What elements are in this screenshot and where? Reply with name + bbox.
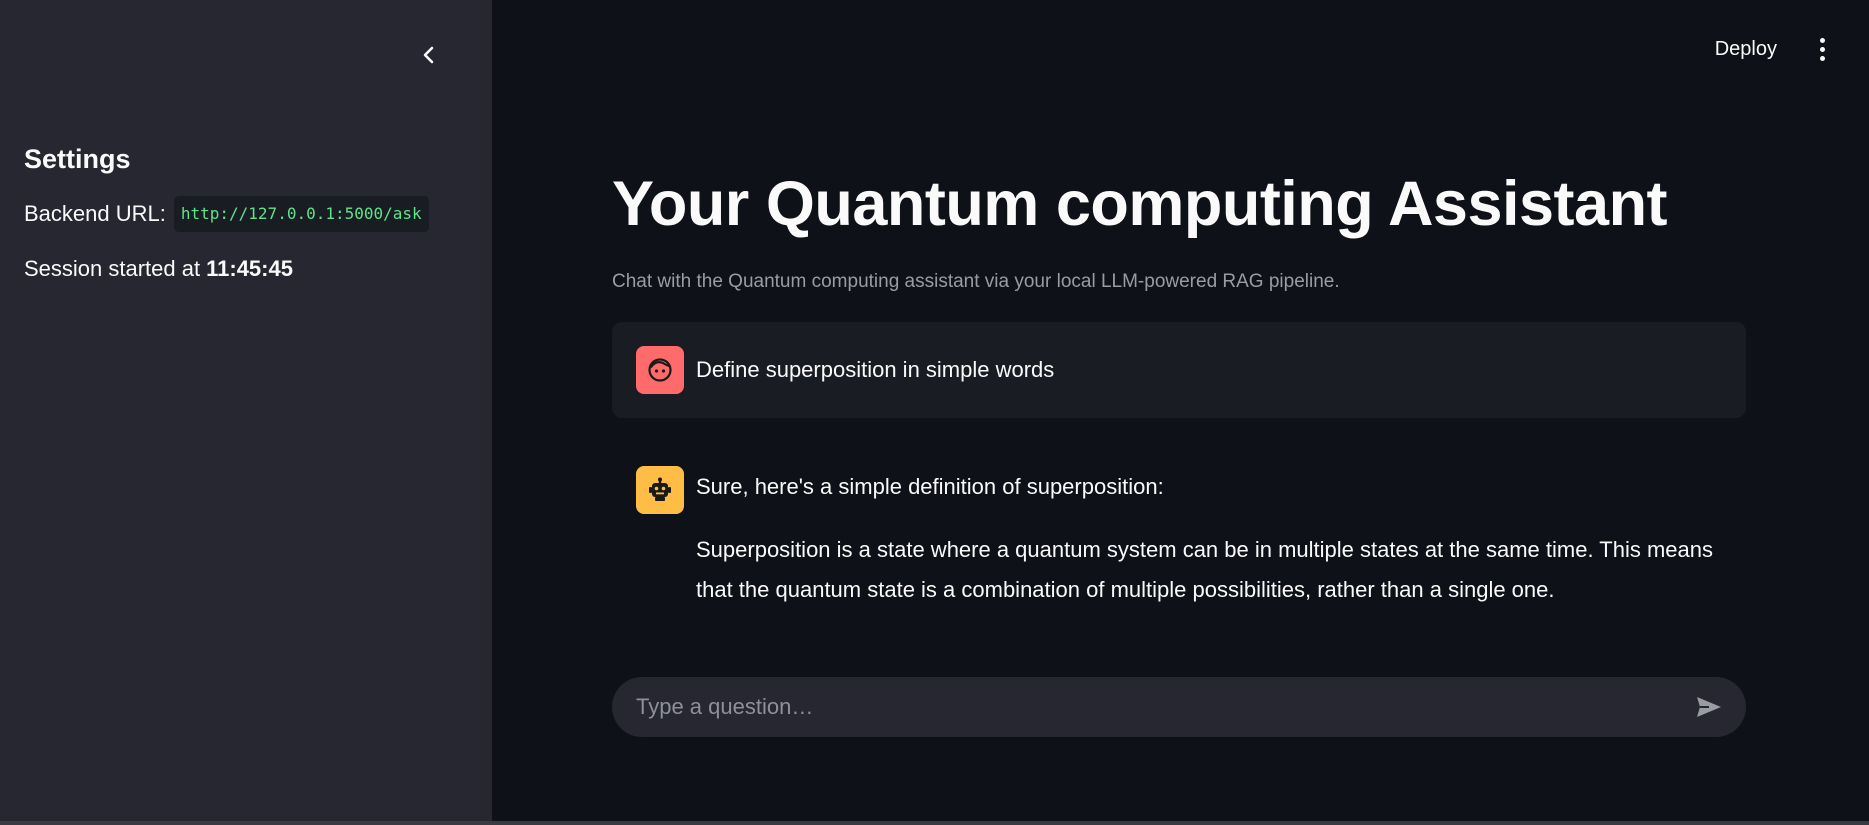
page-caption: Chat with the Quantum computing assistan…	[612, 271, 1340, 292]
backend-url-label: Backend URL:	[24, 201, 166, 226]
main-content: Your Quantum computing Assistant Chat wi…	[612, 166, 1746, 680]
sidebar-content: Settings Backend URL: http://127.0.0.1:5…	[24, 142, 468, 284]
chat-input[interactable]	[636, 677, 1676, 737]
app-root: Settings Backend URL: http://127.0.0.1:5…	[0, 0, 1869, 825]
user-message-text: Define superposition in simple words	[696, 357, 1055, 382]
robot-icon	[636, 466, 684, 514]
send-button[interactable]	[1694, 693, 1724, 721]
collapse-sidebar-button[interactable]	[414, 40, 444, 70]
chat-message-user: Define superposition in simple words	[612, 322, 1746, 418]
page-title: Your Quantum computing Assistant	[612, 169, 1668, 239]
more-vertical-icon[interactable]	[1815, 36, 1829, 62]
chat-message-assistant: Sure, here's a simple definition of supe…	[612, 418, 1746, 680]
session-time: 11:45:45	[206, 256, 293, 281]
settings-heading: Settings	[24, 144, 131, 174]
deploy-button[interactable]: Deploy	[1715, 36, 1777, 62]
assistant-paragraph-text: Superposition is a state where a quantum…	[696, 537, 1713, 602]
sidebar: Settings Backend URL: http://127.0.0.1:5…	[0, 0, 492, 821]
user-face-icon	[636, 346, 684, 394]
backend-url-row: Backend URL: http://127.0.0.1:5000/ask	[24, 196, 468, 232]
session-row: Session started at 11:45:45	[24, 254, 468, 284]
backend-url-value: http://127.0.0.1:5000/ask	[173, 196, 429, 232]
chat-input-container	[612, 677, 1746, 737]
send-icon	[1697, 697, 1721, 717]
session-label: Session started at	[24, 256, 201, 281]
chevron-left-icon	[423, 46, 434, 64]
main-area: Deploy Your Quantum computing Assistant …	[492, 0, 1869, 821]
bottom-bar	[0, 821, 1869, 825]
assistant-intro-text: Sure, here's a simple definition of supe…	[696, 474, 1164, 499]
